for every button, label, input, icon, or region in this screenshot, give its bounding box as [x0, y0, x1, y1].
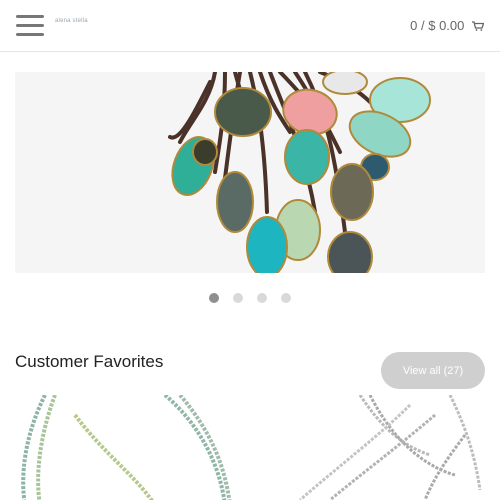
cart-link[interactable]: 0 / $ 0.00: [410, 18, 484, 33]
product-card[interactable]: [15, 395, 240, 500]
shopping-cart-icon: [472, 21, 484, 31]
jewelry-necklaces-image: [15, 72, 485, 273]
cart-total: 0 / $ 0.00: [410, 18, 465, 33]
site-header: alena stella 0 / $ 0.00: [0, 0, 500, 52]
section-title: Customer Favorites: [15, 352, 164, 371]
carousel-dot[interactable]: [281, 293, 291, 303]
carousel-dot[interactable]: [233, 293, 243, 303]
product-image: [15, 395, 240, 500]
product-grid: [15, 395, 485, 500]
view-all-button[interactable]: View all (27): [381, 352, 485, 389]
hamburger-menu-icon[interactable]: [16, 15, 44, 36]
carousel-dot[interactable]: [257, 293, 267, 303]
site-logo[interactable]: alena stella: [55, 18, 88, 24]
carousel-pagination: [0, 290, 500, 303]
product-card[interactable]: [260, 395, 485, 500]
product-image: [260, 395, 485, 500]
logo-text: alena stella: [55, 18, 88, 24]
carousel-dot[interactable]: [209, 293, 219, 303]
hero-carousel-slide[interactable]: [15, 72, 485, 273]
